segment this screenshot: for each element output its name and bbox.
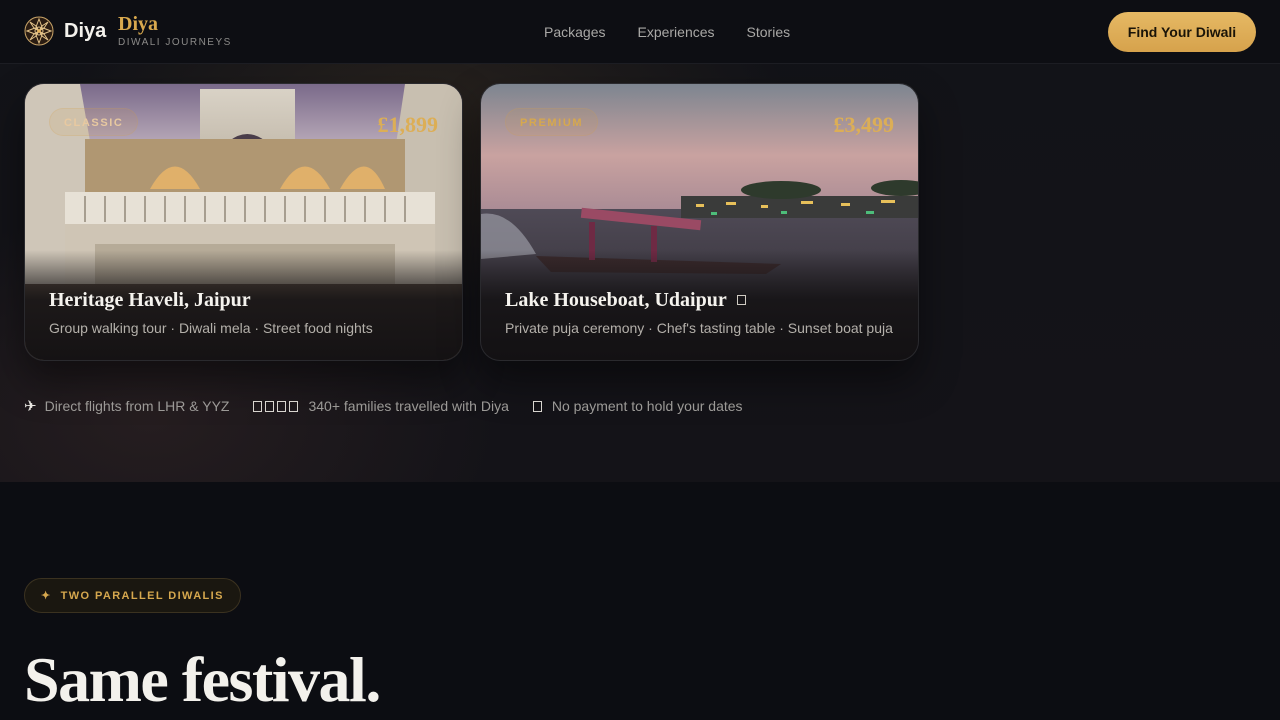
package-price: £3,499 [833,112,895,137]
trust-item-families: 340+ families travelled with Diya [253,398,509,414]
nav-link-experiences[interactable]: Experiences [637,24,714,40]
section-heading: Same festival. [24,644,381,715]
package-card-classic[interactable]: CLASSIC £1,899 Heritage Haveli, Jaipur G… [24,83,463,361]
nav-link-stories[interactable]: Stories [747,24,791,40]
package-title[interactable]: Heritage Haveli, Jaipur [49,289,251,312]
tier-badge: CLASSIC [49,108,139,136]
package-card-premium[interactable]: PREMIUM £3,499 Lake Houseboat, Udaipur P… [480,83,919,361]
mandala-logo-icon[interactable] [24,16,54,46]
logo-wordmark[interactable]: Diya [64,20,106,43]
trust-row: ✈ Direct flights from LHR & YYZ 340+ fam… [24,397,767,415]
trust-item-payment: No payment to hold your dates [532,398,743,414]
trust-flights-text: Direct flights from LHR & YYZ [44,398,230,414]
rating-stars-icon [253,400,301,412]
nav-link-packages[interactable]: Packages [544,24,605,40]
package-price: £1,899 [377,112,439,137]
check-icon [532,400,542,412]
find-your-diwali-button[interactable]: Find Your Diwali [1108,12,1256,52]
trust-families-text: 340+ families travelled with Diya [308,398,509,414]
package-features: Group walking tour · Diwali mela · Stree… [49,320,373,336]
package-features: Private puja ceremony · Chef's tasting t… [505,320,893,336]
brand-tagline: DIWALI JOURNEYS [118,37,232,48]
package-title[interactable]: Lake Houseboat, Udaipur [505,289,746,312]
section-eyebrow-badge: ✦ TWO PARALLEL DIWALIS [24,578,241,613]
airplane-icon: ✈ [24,398,37,415]
trust-item-flights: ✈ Direct flights from LHR & YYZ [24,397,229,415]
trust-payment-text: No payment to hold your dates [551,398,743,414]
site-header: Diya Diya DIWALI JOURNEYS Packages Exper… [0,0,1280,64]
tier-badge: PREMIUM [505,108,599,136]
placeholder-glyph-icon [736,295,746,305]
package-title-text: Lake Houseboat, Udaipur [505,289,727,311]
section-eyebrow-text: TWO PARALLEL DIWALIS [60,589,224,602]
main-nav: Packages Experiences Stories [544,24,790,40]
sparkle-icon: ✦ [41,590,52,602]
brand-name: Diya [118,13,158,35]
